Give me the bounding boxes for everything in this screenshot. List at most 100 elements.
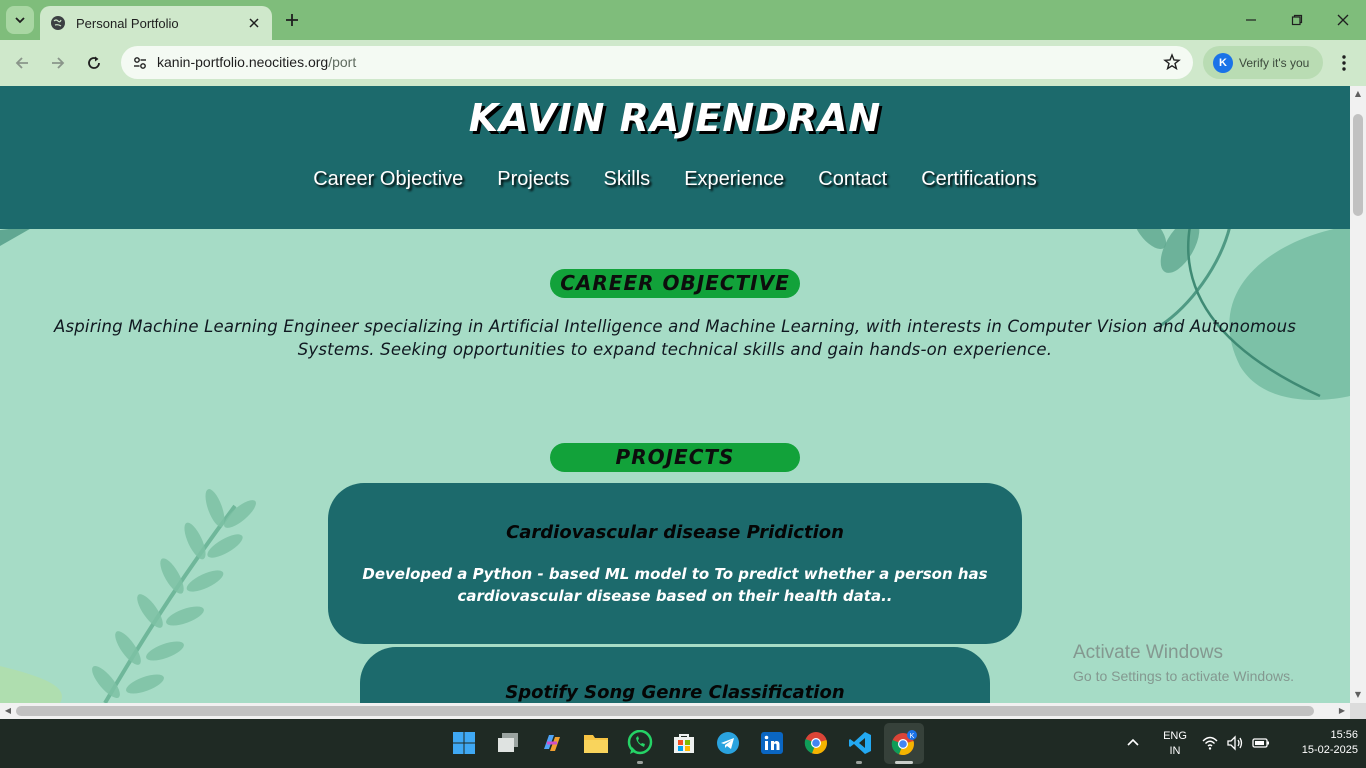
vertical-scroll-thumb[interactable] — [1353, 114, 1363, 216]
nav-link-certifications[interactable]: Certifications — [921, 168, 1037, 191]
region-code: IN — [1169, 745, 1181, 757]
site-title: KAVIN RAJENDRAN — [468, 96, 882, 140]
nav-link-experience[interactable]: Experience — [684, 168, 784, 191]
nav-link-projects[interactable]: Projects — [497, 168, 569, 191]
site-info-icon[interactable] — [127, 50, 153, 76]
close-window-button[interactable] — [1320, 0, 1366, 40]
linkedin-button[interactable] — [758, 729, 786, 757]
chrome-profile-active-indicator — [895, 761, 913, 764]
reload-button[interactable] — [80, 49, 108, 77]
language-indicator[interactable]: ENG IN — [1160, 729, 1190, 759]
career-objective-text: Aspiring Machine Learning Engineer speci… — [53, 317, 1297, 359]
restore-icon — [1291, 14, 1303, 26]
horizontal-scrollbar[interactable]: ◀ ▶ — [0, 703, 1350, 719]
avatar: K — [1213, 52, 1233, 73]
chevron-up-icon — [1127, 738, 1139, 746]
new-tab-button[interactable] — [280, 8, 304, 32]
horizontal-scroll-thumb[interactable] — [16, 706, 1314, 716]
language-code: ENG — [1163, 730, 1187, 742]
nav-link-skills[interactable]: Skills — [604, 168, 651, 191]
scrollbar-corner — [1350, 703, 1366, 719]
store-button[interactable] — [670, 729, 698, 757]
scroll-right-icon[interactable]: ▶ — [1337, 706, 1347, 716]
leaf-decoration-top-left — [0, 226, 35, 246]
chrome-button[interactable] — [802, 729, 830, 757]
restore-button[interactable] — [1274, 0, 1320, 40]
vscode-icon — [849, 732, 871, 754]
minimize-icon — [1246, 19, 1256, 21]
bookmark-star-icon[interactable] — [1163, 53, 1181, 71]
plus-icon — [286, 14, 298, 26]
volume-icon — [1227, 735, 1243, 751]
show-hidden-icons-button[interactable] — [1126, 735, 1144, 753]
svg-text:K: K — [910, 733, 915, 740]
project-card: Spotify Song Genre Classification — [360, 647, 990, 703]
task-view-icon — [498, 733, 518, 752]
start-button[interactable] — [450, 729, 478, 757]
career-objective-heading: CAREER OBJECTIVE — [550, 269, 800, 298]
scroll-left-icon[interactable]: ◀ — [3, 706, 13, 716]
nav-link-contact[interactable]: Contact — [818, 168, 887, 191]
scroll-down-icon[interactable]: ▼ — [1353, 690, 1363, 700]
nav-link-career-objective[interactable]: Career Objective — [313, 168, 463, 191]
url-text: kanin-portfolio.neocities.org/port — [157, 54, 356, 70]
tab-title: Personal Portfolio — [76, 15, 179, 31]
back-button[interactable] — [8, 49, 36, 77]
browser-menu-button[interactable] — [1332, 49, 1356, 77]
globe-icon — [50, 15, 66, 31]
clock-time: 15:56 — [1330, 729, 1358, 741]
site-header: KAVIN RAJENDRAN Career Objective Project… — [0, 86, 1350, 229]
project-title: Cardiovascular disease Pridiction — [506, 522, 844, 543]
copilot-button[interactable] — [538, 729, 566, 757]
project-description: Developed a Python - based ML model to T… — [362, 565, 988, 605]
whatsapp-button[interactable] — [626, 729, 654, 757]
vertical-scrollbar[interactable]: ▲ ▼ — [1350, 86, 1366, 703]
minimize-button[interactable] — [1228, 0, 1274, 40]
address-bar[interactable]: kanin-portfolio.neocities.org/port — [121, 46, 1193, 79]
reload-icon — [88, 56, 100, 69]
chrome-icon — [804, 732, 827, 755]
chrome-profile-button[interactable]: K — [890, 729, 918, 757]
page-viewport: KAVIN RAJENDRAN Career Objective Project… — [0, 86, 1350, 703]
clock[interactable]: 15:56 15-02-2025 — [1280, 728, 1358, 758]
project-card: Cardiovascular disease Pridiction Develo… — [328, 483, 1022, 644]
site-nav: Career Objective Projects Skills Experie… — [0, 168, 1350, 191]
close-icon — [1337, 14, 1349, 26]
tab-strip: Personal Portfolio — [0, 0, 1366, 40]
more-vertical-icon — [1342, 55, 1346, 71]
system-tray-icons[interactable] — [1202, 735, 1270, 751]
url-path: /port — [328, 54, 357, 70]
battery-icon — [1252, 738, 1269, 748]
windows-taskbar: K ENG IN 15:56 15-02-2025 — [0, 719, 1366, 768]
activate-windows-watermark: Activate Windows Go to Settings to activ… — [1073, 642, 1294, 684]
file-explorer-button[interactable] — [582, 729, 610, 757]
profile-verify-button[interactable]: K Verify it's you — [1203, 46, 1323, 79]
wifi-icon — [1202, 736, 1218, 750]
forward-button[interactable] — [44, 49, 72, 77]
whatsapp-icon — [627, 730, 653, 755]
arrow-right-icon — [52, 57, 65, 69]
clock-date: 15-02-2025 — [1301, 744, 1358, 756]
linkedin-icon — [761, 732, 783, 754]
url-host: kanin-portfolio.neocities.org — [157, 54, 329, 70]
telegram-button[interactable] — [714, 729, 742, 757]
chevron-down-icon — [15, 17, 25, 24]
projects-heading: PROJECTS — [550, 443, 800, 472]
chrome-profile-icon: K — [891, 730, 917, 756]
task-view-button[interactable] — [494, 729, 522, 757]
profile-label: Verify it's you — [1239, 55, 1310, 70]
vscode-running-indicator — [856, 761, 862, 764]
watermark-line2: Go to Settings to activate Windows. — [1073, 668, 1294, 684]
close-tab-icon[interactable] — [246, 15, 262, 31]
fern-decoration-bottom-left — [0, 489, 256, 703]
watermark-line1: Activate Windows — [1073, 642, 1223, 663]
folder-icon — [584, 735, 608, 753]
arrow-left-icon — [15, 57, 28, 69]
browser-toolbar: kanin-portfolio.neocities.org/port K Ver… — [0, 40, 1366, 86]
tab-search-button[interactable] — [6, 6, 34, 34]
store-icon — [674, 734, 694, 753]
browser-tab[interactable]: Personal Portfolio — [40, 6, 272, 40]
vscode-button[interactable] — [846, 729, 874, 757]
copilot-icon — [544, 735, 560, 751]
scroll-up-icon[interactable]: ▲ — [1353, 89, 1363, 99]
